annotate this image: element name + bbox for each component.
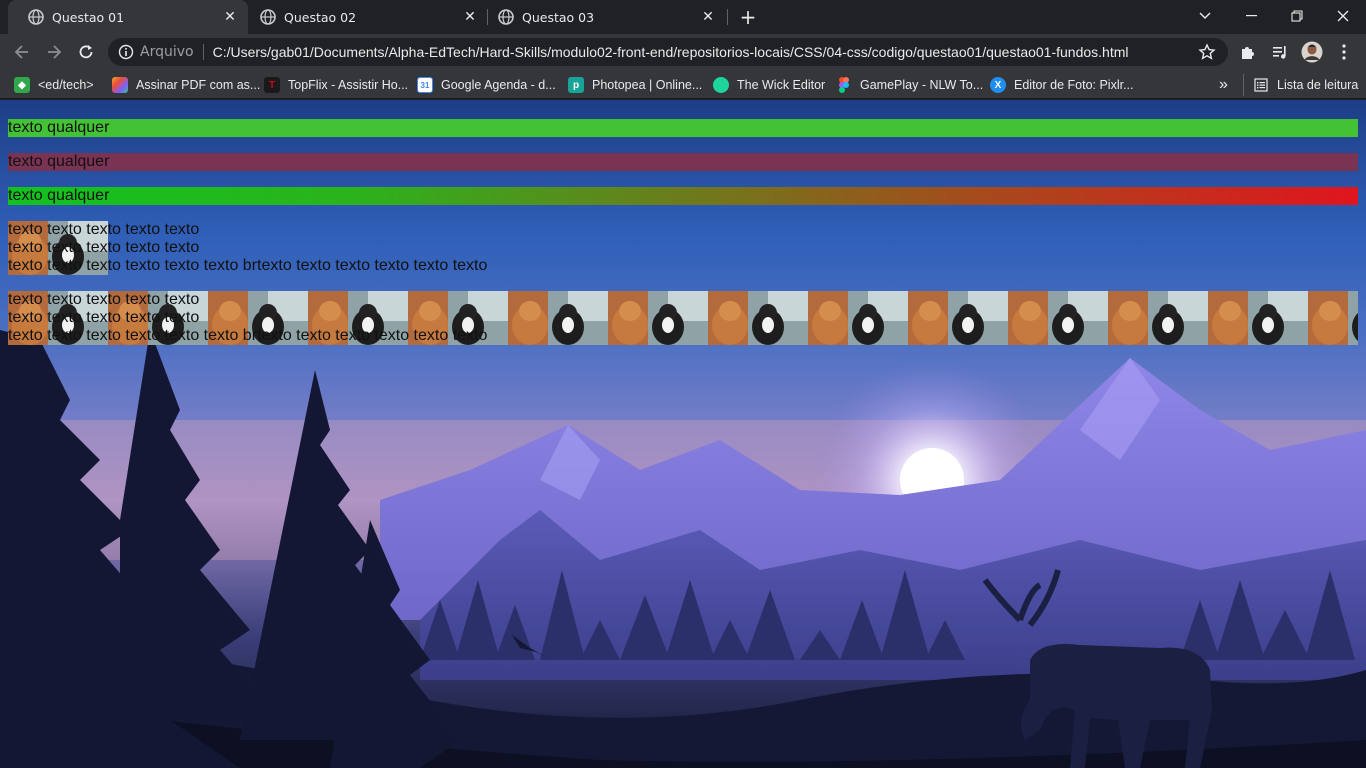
- figma-icon: [836, 77, 852, 93]
- globe-icon: [498, 9, 514, 25]
- close-icon: [1337, 10, 1349, 22]
- text-line: texto texto texto texto texto: [8, 239, 200, 256]
- address-bar[interactable]: Arquivo C:/Users/gab01/Documents/Alpha-E…: [108, 38, 1228, 66]
- tab-strip: Questao 01 ✕ Questao 02 ✕ Questao 03 ✕ +: [0, 0, 1366, 34]
- globe-icon: [260, 9, 276, 25]
- bookmark-label: Assinar PDF com as...: [136, 78, 261, 92]
- text-line: texto texto texto texto texto texto brte…: [8, 327, 488, 344]
- profile-avatar[interactable]: [1300, 40, 1324, 64]
- omnibox-divider: [202, 44, 204, 60]
- text-lines: texto texto texto texto texto texto text…: [8, 291, 1358, 345]
- bookmark-google-agenda[interactable]: 31 Google Agenda - d...: [417, 74, 556, 96]
- tab-questao-01[interactable]: Questao 01 ✕: [8, 0, 248, 34]
- text-bar-maroon: texto qualquer: [8, 153, 1358, 171]
- restore-icon: [1291, 10, 1303, 22]
- bookmark-wick-editor[interactable]: The Wick Editor: [713, 74, 825, 96]
- bookmark-label: GamePlay - NLW To...: [860, 78, 984, 92]
- tab-title: Questao 01: [52, 9, 125, 25]
- close-icon[interactable]: ✕: [222, 9, 238, 25]
- text-block-single-image: texto texto texto texto texto texto text…: [8, 221, 1358, 275]
- reading-list-icon: [1253, 77, 1269, 93]
- reading-list-label: Lista de leitura: [1277, 78, 1359, 92]
- bookmarks-bar: ◆ <ed/tech> Assinar PDF com as... T TopF…: [0, 70, 1366, 99]
- reading-list-button[interactable]: Lista de leitura: [1243, 74, 1358, 96]
- text-bar-green: texto qualquer: [8, 119, 1358, 137]
- bookmark-label: TopFlix - Assistir Ho...: [288, 78, 409, 92]
- text-line: texto texto texto texto texto: [8, 291, 200, 308]
- edtech-icon: ◆: [14, 77, 30, 93]
- kebab-menu-icon: [1342, 44, 1346, 60]
- toolbar: Arquivo C:/Users/gab01/Documents/Alpha-E…: [0, 34, 1366, 70]
- bookmark-photopea[interactable]: p Photopea | Online...: [568, 74, 702, 96]
- tab-separator: [727, 9, 728, 25]
- tab-search-button[interactable]: [1182, 0, 1228, 32]
- calendar-icon: 31: [417, 77, 433, 93]
- back-button[interactable]: [10, 40, 34, 64]
- close-icon[interactable]: ✕: [700, 9, 716, 25]
- new-tab-button[interactable]: +: [738, 7, 758, 27]
- forward-button[interactable]: [42, 40, 66, 64]
- tab-questao-03[interactable]: Questao 03 ✕: [488, 0, 726, 34]
- topflix-icon: T: [264, 77, 280, 93]
- chevron-down-icon: [1199, 12, 1211, 19]
- text-line: texto texto texto texto texto texto brte…: [8, 257, 488, 274]
- bookmark-pixlr[interactable]: X Editor de Foto: Pixlr...: [990, 74, 1134, 96]
- bookmark-label: Google Agenda - d...: [441, 78, 556, 92]
- restore-button[interactable]: [1274, 0, 1320, 32]
- text-lines: texto texto texto texto texto texto text…: [8, 221, 1358, 275]
- url-text[interactable]: C:/Users/gab01/Documents/Alpha-EdTech/Ha…: [213, 44, 1198, 60]
- bookmark-label: The Wick Editor: [737, 78, 826, 92]
- bookmark-topflix[interactable]: T TopFlix - Assistir Ho...: [264, 74, 408, 96]
- pdf-sign-icon: [112, 77, 128, 93]
- puzzle-icon: [1242, 47, 1254, 59]
- minimize-icon: [1245, 15, 1257, 17]
- scheme-label: Arquivo: [140, 44, 194, 60]
- text-line: texto texto texto texto texto: [8, 221, 200, 238]
- bookmark-edtech[interactable]: ◆ <ed/tech>: [14, 74, 94, 96]
- minimize-button[interactable]: [1228, 0, 1274, 32]
- avatar-icon: [1301, 41, 1323, 63]
- tab-title: Questao 02: [284, 9, 357, 25]
- text-bar-gradient: texto qualquer: [8, 187, 1358, 205]
- playlist-icon: [1273, 46, 1286, 59]
- reload-icon: [79, 45, 93, 59]
- text-block-repeat-image: texto texto texto texto texto texto text…: [8, 291, 1358, 345]
- bar-text: texto qualquer: [8, 153, 110, 170]
- bookmark-label: Photopea | Online...: [592, 78, 703, 92]
- close-window-button[interactable]: [1320, 0, 1366, 32]
- menu-button[interactable]: [1332, 40, 1356, 64]
- tab-title: Questao 03: [522, 9, 595, 25]
- bookmark-gameplay[interactable]: GamePlay - NLW To...: [836, 74, 983, 96]
- extensions-button[interactable]: [1236, 40, 1260, 64]
- bookmark-label: <ed/tech>: [38, 78, 94, 92]
- arrow-left-icon: [14, 45, 28, 59]
- info-icon[interactable]: [118, 44, 134, 60]
- bookmark-label: Editor de Foto: Pixlr...: [1014, 78, 1134, 92]
- bar-text: texto qualquer: [8, 119, 110, 136]
- globe-icon: [28, 9, 44, 25]
- pixlr-icon: X: [990, 77, 1006, 93]
- tab-questao-02[interactable]: Questao 02 ✕: [248, 0, 488, 34]
- photopea-icon: p: [568, 77, 584, 93]
- bar-text: texto qualquer: [8, 187, 110, 204]
- wick-icon: [713, 77, 729, 93]
- close-icon[interactable]: ✕: [462, 9, 478, 25]
- media-control-button[interactable]: [1268, 40, 1292, 64]
- arrow-right-icon: [48, 45, 62, 59]
- star-icon[interactable]: [1198, 43, 1216, 61]
- bookmarks-overflow-button[interactable]: »: [1219, 74, 1228, 96]
- text-line: texto texto texto texto texto: [8, 309, 200, 326]
- page-viewport: texto qualquer texto qualquer texto qual…: [0, 100, 1366, 768]
- reload-button[interactable]: [74, 40, 98, 64]
- bookmark-assinar-pdf[interactable]: Assinar PDF com as...: [112, 74, 260, 96]
